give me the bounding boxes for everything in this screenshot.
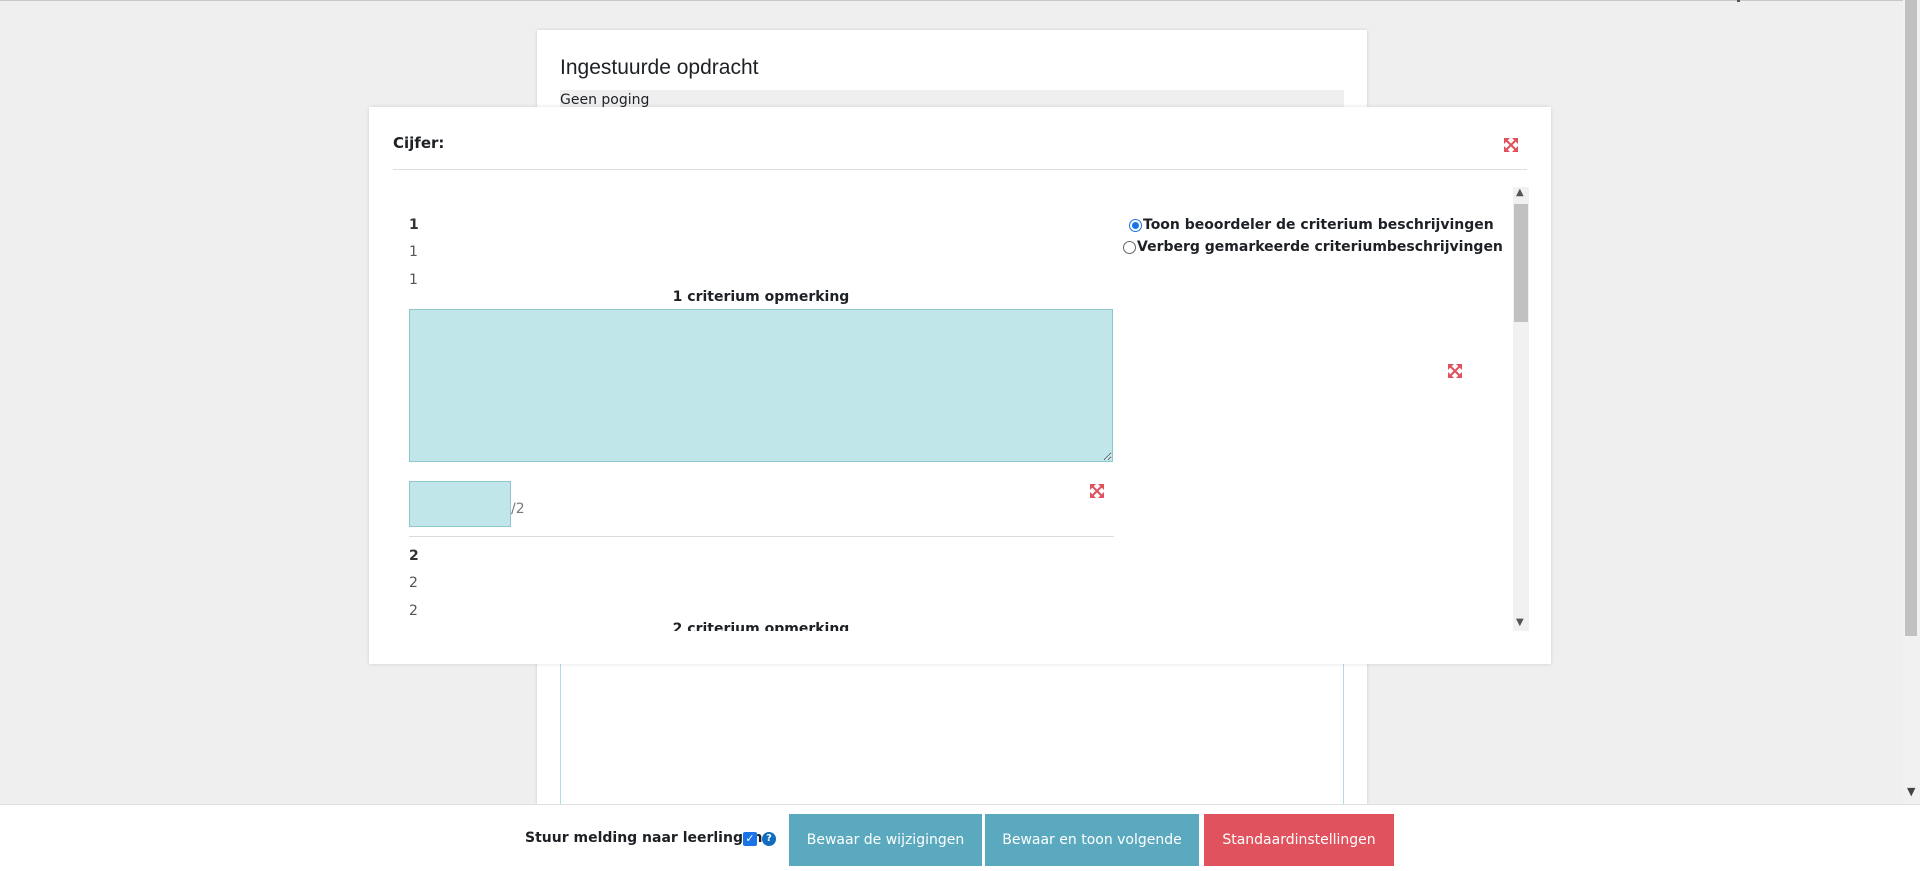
expand-icon[interactable] (1503, 137, 1519, 153)
criterion-level: 1 (409, 272, 418, 288)
checkbox-icon[interactable]: ✓ (743, 832, 757, 846)
criterion-remark-heading: 1 criterium opmerking (672, 289, 850, 305)
grade-modal: Cijfer: 1 1 1 1 criterium opmerking /2 2… (369, 107, 1551, 664)
expand-icon[interactable] (1089, 483, 1105, 499)
rubric-scroll-area: 1 1 1 1 criterium opmerking /2 2 2 2 2 c… (393, 187, 1527, 631)
criterion-score-input[interactable] (409, 481, 511, 527)
expand-icon[interactable] (1447, 363, 1463, 379)
defaults-button[interactable]: Standaardinstellingen (1204, 814, 1394, 866)
criterion-divider (409, 536, 1114, 537)
scrollbar-thumb[interactable] (1905, 0, 1917, 636)
criterion-remark-heading: 2 criterium opmerking (672, 621, 850, 631)
modal-scrollbar[interactable]: ▲ ▼ (1513, 187, 1529, 631)
scroll-down-icon[interactable]: ▼ (1516, 617, 1524, 629)
option-show-descriptions[interactable]: Toon beoordeler de criterium beschrijvin… (1129, 217, 1494, 233)
criterion-level: 2 (409, 603, 418, 619)
top-marker (1737, 0, 1740, 2)
grade-label: Cijfer: (393, 134, 445, 152)
scrollbar-thumb[interactable] (1514, 204, 1528, 322)
modal-divider (393, 169, 1527, 170)
criterion-number: 1 (409, 217, 419, 233)
criterion-level: 2 (409, 575, 418, 591)
option-hide-descriptions[interactable]: Verberg gemarkeerde criteriumbeschrijvin… (1123, 239, 1503, 255)
radio-icon[interactable] (1123, 240, 1136, 254)
scroll-down-icon[interactable]: ▼ (1907, 786, 1915, 798)
card-title: Ingestuurde opdracht (560, 56, 759, 79)
radio-selected-icon[interactable] (1129, 218, 1142, 232)
criterion-remark-input[interactable] (409, 309, 1113, 462)
option-show-label: Toon beoordeler de criterium beschrijvin… (1143, 217, 1494, 233)
action-footer: Stuur melding naar leerlingen ✓ ? Bewaar… (0, 804, 1920, 871)
option-hide-label: Verberg gemarkeerde criteriumbeschrijvin… (1137, 239, 1503, 255)
top-border (0, 0, 1920, 1)
criterion-number: 2 (409, 548, 419, 564)
criterion-level: 1 (409, 244, 418, 260)
notify-students-label: Stuur melding naar leerlingen (525, 830, 763, 846)
page-scrollbar[interactable]: ▼ (1903, 0, 1920, 804)
scroll-up-icon[interactable]: ▲ (1516, 187, 1524, 199)
criterion-score-max: /2 (511, 501, 525, 517)
help-icon[interactable]: ? (762, 832, 776, 846)
save-and-next-button[interactable]: Bewaar en toon volgende (985, 814, 1199, 866)
save-changes-button[interactable]: Bewaar de wijzigingen (789, 814, 982, 866)
